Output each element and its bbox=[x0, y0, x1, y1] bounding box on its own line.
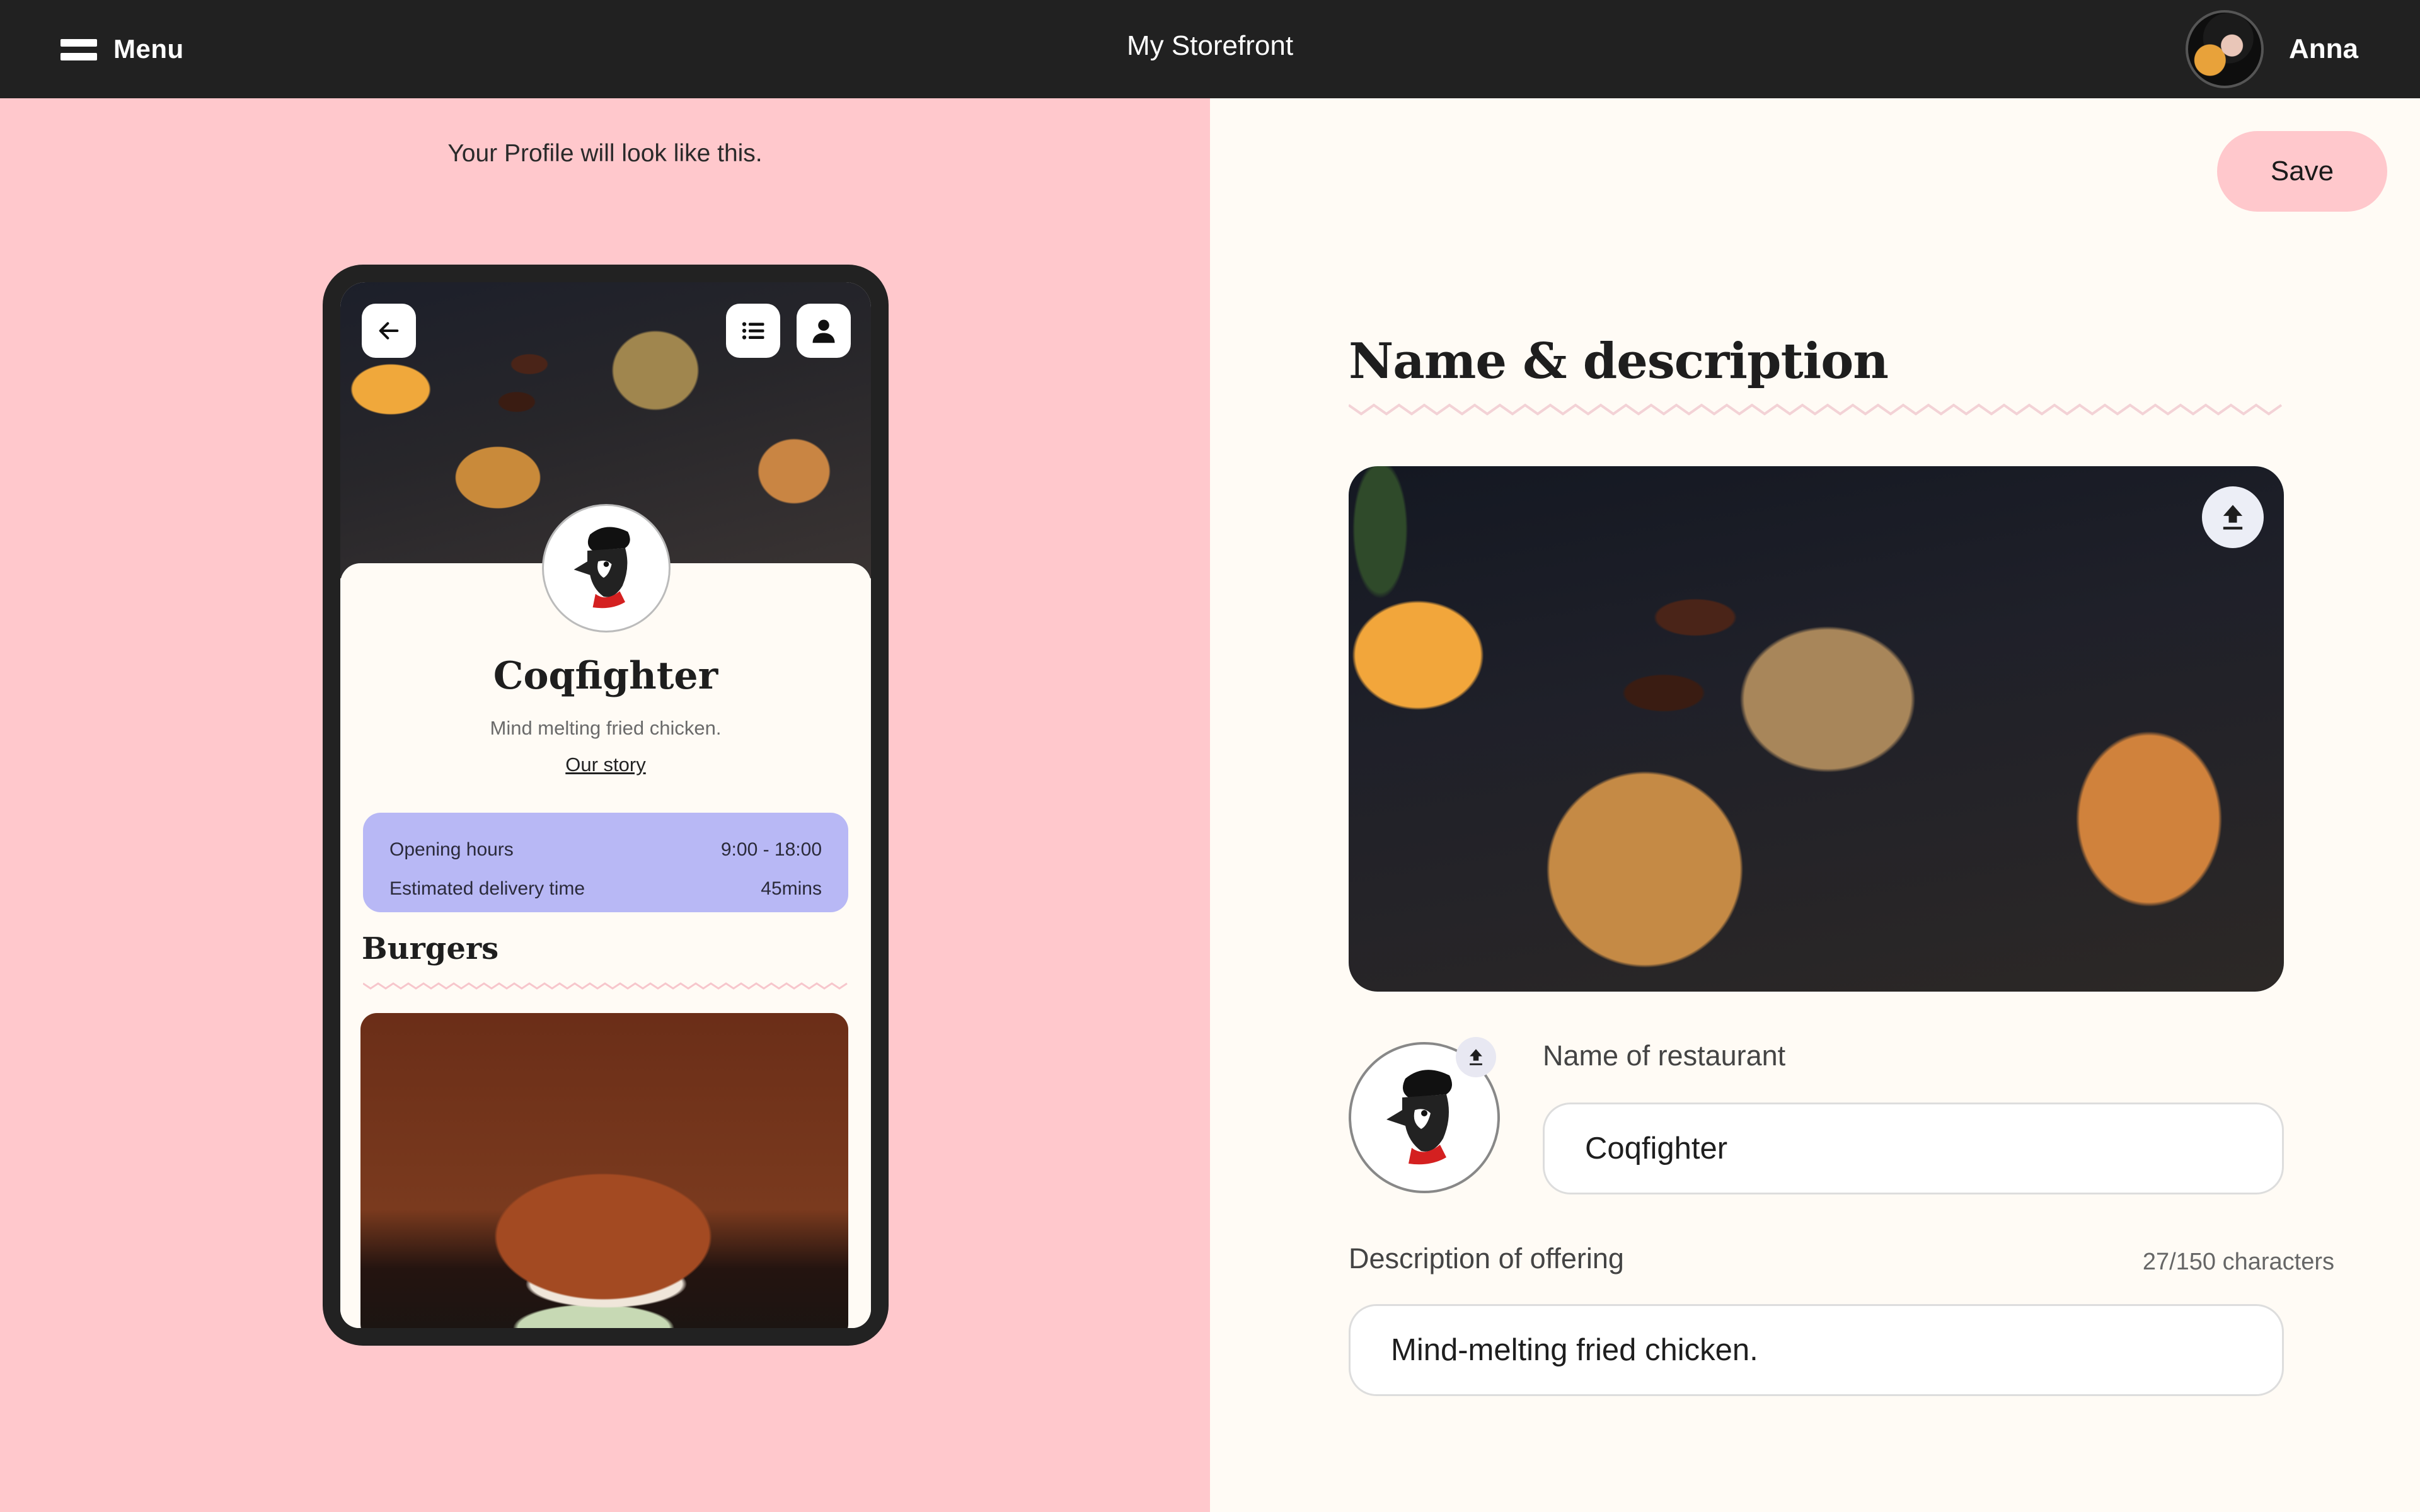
info-value: 9:00 - 18:00 bbox=[720, 839, 822, 860]
character-count: 27/150 characters bbox=[2142, 1249, 2334, 1275]
phone-screen: Coqfighter Mind melting fried chicken. O… bbox=[340, 282, 871, 1328]
zigzag-divider bbox=[1349, 403, 2283, 416]
info-value: 45mins bbox=[761, 878, 822, 899]
section-title: Name & description bbox=[1349, 333, 1889, 390]
info-label: Estimated delivery time bbox=[389, 878, 585, 899]
rooster-logo-icon bbox=[573, 527, 630, 609]
app-title: My Storefront bbox=[1126, 30, 1294, 61]
user-name: Anna bbox=[2289, 33, 2358, 64]
zigzag-divider bbox=[363, 982, 848, 990]
save-button[interactable]: Save bbox=[2217, 131, 2387, 212]
upload-icon bbox=[1470, 1049, 1482, 1065]
restaurant-name: Coqfighter bbox=[493, 654, 718, 698]
burger-item-image[interactable] bbox=[360, 1013, 848, 1328]
restaurant-tagline: Mind melting fried chicken. bbox=[490, 717, 722, 739]
rooster-logo-icon bbox=[1386, 1069, 1452, 1164]
profile-button[interactable] bbox=[797, 304, 851, 358]
restaurant-logo bbox=[542, 504, 671, 633]
top-bar: Menu My Storefront Anna bbox=[0, 0, 2420, 98]
list-icon bbox=[742, 322, 764, 340]
preview-caption: Your Profile will look like this. bbox=[447, 140, 763, 167]
menu-list-button[interactable] bbox=[726, 304, 780, 358]
arrow-left-icon bbox=[379, 322, 399, 340]
user-icon bbox=[812, 319, 835, 343]
info-label: Opening hours bbox=[389, 839, 514, 860]
restaurant-name-label: Name of restaurant bbox=[1543, 1040, 1786, 1072]
profile-preview-panel: Your Profile will look like this. Coqfig… bbox=[0, 98, 1210, 1512]
our-story-link[interactable]: Our story bbox=[340, 753, 871, 776]
upload-icon bbox=[2223, 505, 2243, 530]
restaurant-name-input[interactable] bbox=[1543, 1102, 2284, 1194]
phone-mockup: Coqfighter Mind melting fried chicken. O… bbox=[323, 265, 889, 1346]
info-row-delivery-time: Estimated delivery time 45mins bbox=[389, 869, 822, 908]
cover-image bbox=[1349, 466, 2284, 992]
upload-logo-button[interactable] bbox=[1456, 1037, 1496, 1077]
description-input[interactable] bbox=[1349, 1304, 2284, 1396]
menu-section-title: Burgers bbox=[362, 931, 499, 966]
info-box: Opening hours 9:00 - 18:00 Estimated del… bbox=[363, 813, 848, 912]
editor-panel: Save Name & description Name of restaura… bbox=[1210, 98, 2420, 1512]
description-label: Description of offering bbox=[1349, 1242, 1624, 1274]
upload-cover-button[interactable] bbox=[2202, 486, 2264, 548]
back-button[interactable] bbox=[362, 304, 416, 358]
user-avatar bbox=[2186, 10, 2264, 88]
info-row-opening-hours: Opening hours 9:00 - 18:00 bbox=[389, 830, 822, 869]
user-menu[interactable]: Anna bbox=[2186, 10, 2358, 88]
